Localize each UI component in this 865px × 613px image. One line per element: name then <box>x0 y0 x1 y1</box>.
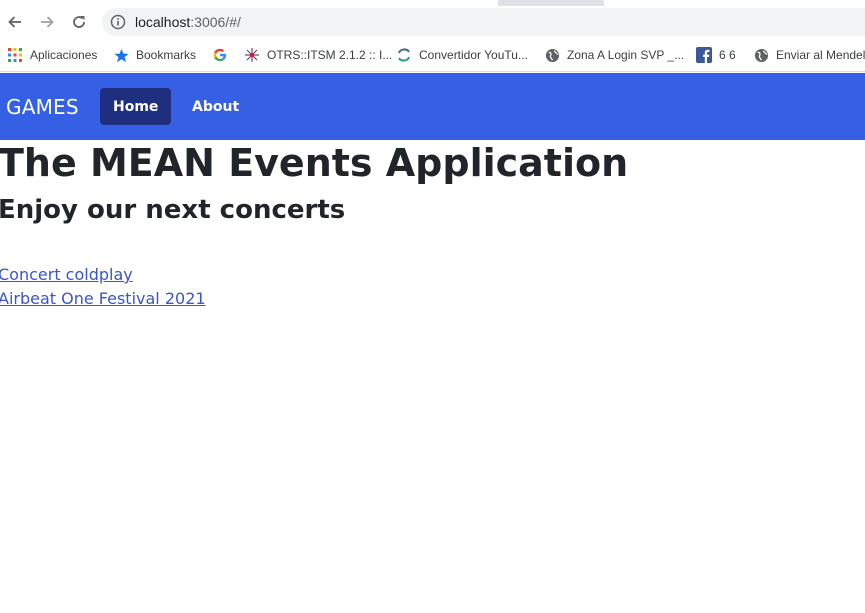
bookmark-label: 6 6 <box>719 48 736 62</box>
navbar-brand[interactable]: GAMES <box>6 95 79 119</box>
bookmark-bookmarks[interactable]: Bookmarks <box>113 45 196 65</box>
event-link-airbeat-one[interactable]: Airbeat One Festival 2021 <box>0 287 206 311</box>
apps-grid-icon <box>7 47 23 63</box>
bookmark-otrs[interactable]: OTRS::ITSM 2.1.2 :: I... <box>244 45 392 65</box>
reload-icon <box>73 16 85 28</box>
forward-arrow-icon <box>41 16 54 28</box>
back-arrow-icon <box>8 16 21 28</box>
star-icon <box>113 47 129 63</box>
nav-link-home[interactable]: Home <box>100 88 172 125</box>
url-host: localhost <box>135 14 191 30</box>
url-path: :3006/#/ <box>190 14 241 30</box>
bookmark-label: Convertidor YouTu... <box>419 48 528 62</box>
reload-button[interactable] <box>67 10 91 34</box>
bookmarks-bar: Aplicaciones Bookmarks OTRS::ITSM 2.1.2 … <box>0 38 865 72</box>
event-list: Concert coldplay Airbeat One Festival 20… <box>0 263 206 311</box>
url-text: localhost:3006/#/ <box>135 14 241 30</box>
back-button[interactable] <box>3 10 27 34</box>
bookmark-label: Bookmarks <box>136 48 197 62</box>
nav-link-about[interactable]: About <box>179 88 252 125</box>
bookmark-label: Enviar al Mendele <box>776 48 865 62</box>
google-icon <box>212 47 228 63</box>
globe-icon <box>753 47 769 63</box>
browser-toolbar: localhost:3006/#/ <box>0 6 865 38</box>
forward-button[interactable] <box>35 10 59 34</box>
converter-icon <box>396 47 412 63</box>
facebook-icon <box>696 47 712 63</box>
bookmark-mendeley[interactable]: Enviar al Mendele <box>753 45 865 65</box>
otrs-icon <box>244 47 260 63</box>
bookmark-facebook[interactable]: 6 6 <box>696 45 736 65</box>
info-icon[interactable] <box>110 14 126 35</box>
bookmark-google[interactable] <box>212 45 235 65</box>
bookmark-aplicaciones[interactable]: Aplicaciones <box>7 45 97 65</box>
app-navbar: GAMES Home About <box>0 73 865 140</box>
event-link-concert-coldplay[interactable]: Concert coldplay <box>0 263 206 287</box>
bookmark-label: Aplicaciones <box>30 48 98 62</box>
page-subtitle: Enjoy our next concerts <box>0 195 346 225</box>
bookmark-label: Zona A Login SVP _... <box>567 48 685 62</box>
bookmark-label: OTRS::ITSM 2.1.2 :: I... <box>267 48 393 62</box>
address-bar[interactable]: localhost:3006/#/ <box>102 8 865 36</box>
bookmark-zona-a[interactable]: Zona A Login SVP _... <box>544 45 684 65</box>
globe-icon <box>544 47 560 63</box>
page-title: The MEAN Events Application <box>0 141 629 185</box>
bookmark-convertidor[interactable]: Convertidor YouTu... <box>396 45 528 65</box>
